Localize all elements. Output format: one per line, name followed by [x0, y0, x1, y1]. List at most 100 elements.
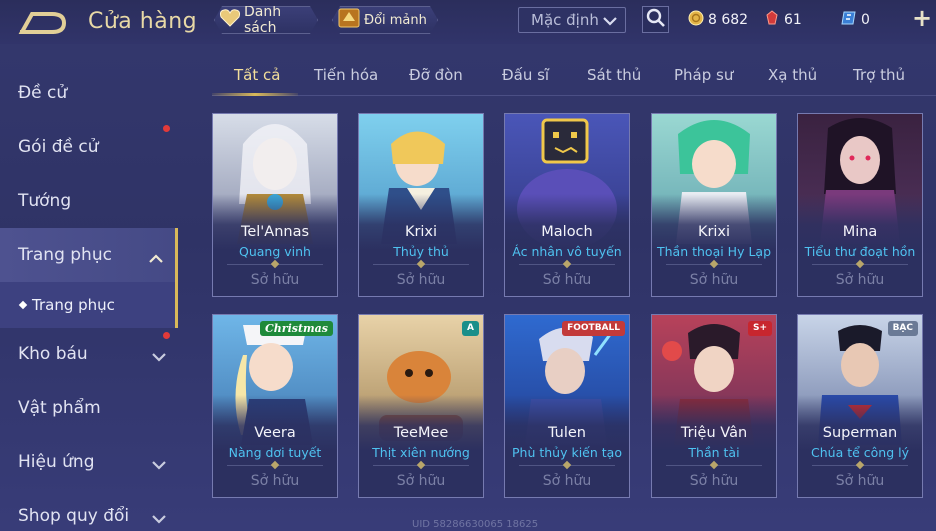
sidebar-item-effects[interactable]: Hiệu ứng — [0, 435, 178, 489]
hero-name: Triệu Vân — [680, 425, 748, 441]
chevron-down-icon — [152, 455, 166, 475]
hero-name: Mina — [842, 224, 878, 240]
chevron-down-icon — [603, 13, 617, 31]
add-currency-button[interactable]: + — [912, 6, 932, 30]
tab-fighter[interactable]: Đấu sĩ — [502, 66, 549, 84]
tabs-divider — [212, 95, 936, 96]
chevron-down-icon — [152, 347, 166, 367]
skin-name: Phù thủy kiến tạo — [512, 445, 622, 460]
owned-status: Sở hữu — [689, 473, 739, 489]
chevron-up-icon — [149, 249, 163, 269]
skin-name: Tiểu thư đoạt hồn — [804, 244, 916, 259]
tab-support[interactable]: Trợ thủ — [853, 66, 905, 84]
gold-coin-icon — [688, 10, 704, 30]
sort-dropdown-value: Mặc định — [531, 11, 599, 29]
sidebar-item-label: Đề cử — [18, 83, 68, 103]
tab-mage[interactable]: Pháp sư — [674, 66, 733, 84]
back-arrow-icon[interactable] — [18, 10, 68, 36]
skin-card[interactable]: Tel'Annas Quang vinh Sở hữu — [212, 113, 338, 297]
skin-card[interactable]: Mina Tiểu thư đoạt hồn Sở hữu — [797, 113, 923, 297]
skin-card[interactable]: Krixi Thủy thủ Sở hữu — [358, 113, 484, 297]
voucher-amount: 0 — [861, 12, 870, 28]
list-button-label: Danh sách — [244, 4, 282, 36]
sidebar-item-items[interactable]: Vật phẩm — [0, 381, 178, 435]
skin-name: Quang vinh — [239, 244, 311, 259]
shard-chest-icon — [337, 7, 361, 33]
sidebar-item-treasure[interactable]: Kho báu — [0, 327, 178, 381]
active-tab-indicator — [212, 93, 298, 96]
page-title: Cửa hàng — [88, 9, 198, 34]
hero-name: Tulen — [548, 425, 586, 441]
hero-name: Tel'Annas — [240, 224, 310, 240]
skin-name: Thần thoại Hy Lạp — [656, 244, 772, 259]
skin-card[interactable]: Krixi Thần thoại Hy Lạp Sở hữu — [651, 113, 777, 297]
notification-dot — [163, 125, 170, 132]
tab-evolution[interactable]: Tiến hóa — [314, 66, 378, 84]
voucher-icon — [841, 10, 857, 30]
owned-status: Sở hữu — [542, 272, 592, 288]
owned-status: Sở hữu — [835, 473, 885, 489]
category-tabs: Tất cả Tiến hóa Đỡ đòn Đấu sĩ Sát thủ Ph… — [212, 60, 936, 96]
skin-card[interactable]: Maloch Ác nhân vô tuyến Sở hữu — [504, 113, 630, 297]
search-button[interactable] — [642, 6, 669, 33]
sidebar-item-label: Hiệu ứng — [18, 452, 95, 472]
voucher-balance: 0 — [841, 10, 870, 30]
diamond-bullet-icon — [18, 300, 28, 310]
sidebar-item-exchange-shop[interactable]: Shop quy đổi — [0, 489, 178, 531]
skin-card[interactable]: Christmas Veera Nàng dơi tuyết Sở hữu — [212, 314, 338, 498]
ruby-balance: 61 — [764, 10, 802, 30]
rank-a-badge: A — [462, 321, 479, 336]
tab-marksman[interactable]: Xạ thủ — [768, 66, 817, 84]
notification-dot — [163, 332, 170, 339]
silver-badge: BẠC — [887, 321, 918, 336]
list-button[interactable]: Danh sách — [214, 6, 318, 34]
sidebar-item-label: Tướng — [18, 191, 72, 211]
football-fever-badge: FOOTBALL — [562, 321, 625, 336]
sidebar-item-label: Vật phẩm — [18, 398, 101, 418]
sort-dropdown[interactable]: Mặc định — [518, 7, 626, 33]
hero-name: Veera — [254, 425, 296, 441]
sidebar-item-skins[interactable]: Trang phục — [0, 228, 178, 282]
rank-s-plus-badge: S+ — [747, 321, 772, 336]
skin-card[interactable]: FOOTBALL Tulen Phù thủy kiến tạo Sở hữu — [504, 314, 630, 498]
christmas-badge: Christmas — [260, 321, 333, 336]
owned-status: Sở hữu — [250, 272, 300, 288]
gold-balance: 8 682 — [688, 10, 748, 30]
skin-card[interactable]: BẠC Superman Chúa tể công lý Sở hữu — [797, 314, 923, 498]
skin-card[interactable]: A TeeMee Thịt xiên nướng Sở hữu — [358, 314, 484, 498]
owned-status: Sở hữu — [835, 272, 885, 288]
skin-card[interactable]: S+ Triệu Vân Thần tài Sở hữu — [651, 314, 777, 498]
hero-name: Krixi — [404, 224, 438, 240]
owned-status: Sở hữu — [250, 473, 300, 489]
skin-name: Thủy thủ — [393, 244, 449, 259]
skin-name: Thần tài — [688, 445, 740, 460]
tab-tank[interactable]: Đỡ đòn — [409, 66, 463, 84]
heart-icon — [219, 8, 241, 32]
owned-status: Sở hữu — [396, 473, 446, 489]
tab-all[interactable]: Tất cả — [234, 66, 280, 84]
hero-name: TeeMee — [393, 425, 449, 441]
exchange-shards-label: Đổi mảnh — [364, 12, 427, 28]
top-bar: Cửa hàng Danh sách Đổi mảnh Mặc định 8 6… — [0, 0, 936, 44]
skin-name: Chúa tể công lý — [811, 445, 909, 460]
chevron-down-icon — [152, 509, 166, 529]
owned-status: Sở hữu — [689, 272, 739, 288]
sidebar-item-label: Kho báu — [18, 344, 88, 364]
sidebar-item-featured-packs[interactable]: Gói đề cử — [0, 120, 178, 174]
owned-status: Sở hữu — [396, 272, 446, 288]
sidebar-item-featured[interactable]: Đề cử — [0, 66, 178, 120]
sidebar-subitem-skins[interactable]: Trang phục — [0, 282, 178, 328]
hero-name: Maloch — [541, 224, 593, 240]
hero-name: Krixi — [697, 224, 731, 240]
sidebar-item-heroes[interactable]: Tướng — [0, 174, 178, 228]
ruby-amount: 61 — [784, 12, 802, 28]
search-icon — [646, 8, 666, 32]
skin-name: Ác nhân vô tuyến — [512, 244, 622, 259]
exchange-shards-button[interactable]: Đổi mảnh — [332, 6, 438, 34]
tab-assassin[interactable]: Sát thủ — [587, 66, 641, 84]
owned-status: Sở hữu — [542, 473, 592, 489]
skin-name: Nàng dơi tuyết — [228, 445, 322, 460]
sidebar-item-label: Gói đề cử — [18, 137, 99, 157]
sidebar: Đề cử Gói đề cử Tướng Trang phục Trang p… — [0, 64, 178, 531]
ruby-icon — [764, 10, 780, 30]
